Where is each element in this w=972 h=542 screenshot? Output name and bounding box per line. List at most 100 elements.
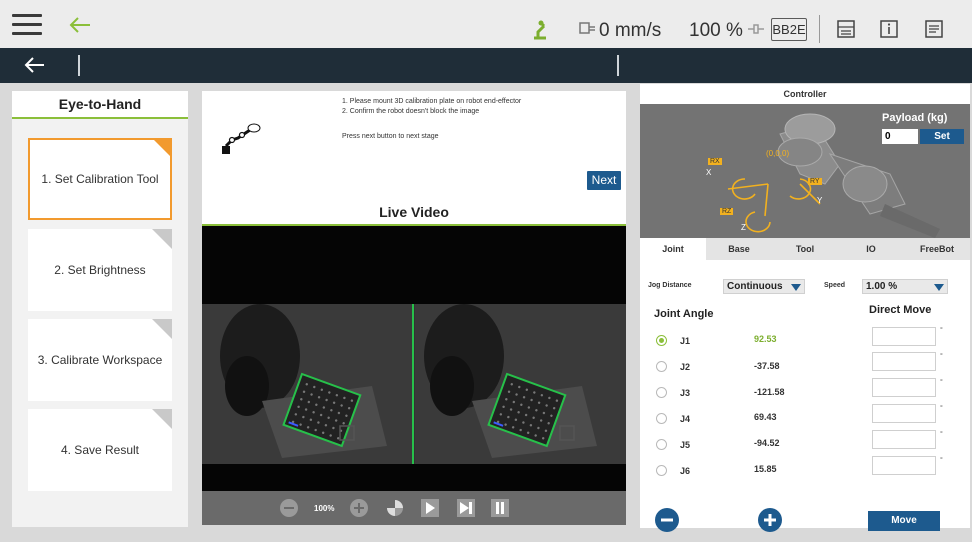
instruction-line-1: 1. Please mount 3D calibration plate on … <box>342 98 522 105</box>
jog-distance-value: Continuous <box>727 281 783 292</box>
top-bar <box>0 0 972 49</box>
bar-divider <box>617 55 619 76</box>
robot-jog-visual[interactable] <box>640 104 970 238</box>
calibration-tool-icon <box>220 122 266 167</box>
joint-name: J5 <box>680 440 691 450</box>
jog-distance-label: Jog Distance <box>648 282 692 289</box>
step-set-brightness[interactable]: 2. Set Brightness <box>28 229 172 311</box>
direct-move-input-j2[interactable] <box>872 352 936 371</box>
video-control-bar <box>202 491 626 525</box>
step-forward-icon[interactable] <box>457 499 475 517</box>
degree-unit: ° <box>940 405 943 412</box>
pause-icon[interactable] <box>491 499 509 517</box>
next-button[interactable]: Next <box>587 171 621 190</box>
speed-percent: 100 % <box>689 20 743 41</box>
rx-axis-label: RX <box>708 158 722 165</box>
joint-radio-j1[interactable] <box>656 335 667 346</box>
robot-status-icon <box>530 18 550 45</box>
tab-io[interactable]: IO <box>838 238 904 260</box>
joint-value: -121.58 <box>754 387 785 397</box>
origin-label: (0,0,0) <box>766 149 790 158</box>
panel-title: Eye-to-Hand <box>12 91 188 119</box>
instruction-line-2: 2. Confirm the robot doesn't block the i… <box>342 108 480 115</box>
speed-value: 1.00 % <box>866 281 898 292</box>
instruction-line-3: Press next button to next stage <box>342 133 439 140</box>
zoom-in-icon[interactable] <box>350 499 368 517</box>
x-axis-label: X <box>706 168 712 177</box>
step-set-calibration-tool[interactable]: 1. Set Calibration Tool <box>28 138 172 220</box>
tab-freebot[interactable]: FreeBot <box>904 238 970 260</box>
joint-value: -37.58 <box>754 361 780 371</box>
joint-name: J3 <box>680 388 691 398</box>
direct-move-heading: Direct Move <box>869 304 932 316</box>
tab-joint[interactable]: Joint <box>640 238 706 260</box>
tab-base[interactable]: Base <box>706 238 772 260</box>
separator <box>819 15 820 43</box>
play-icon[interactable] <box>421 499 439 517</box>
joint-name: J1 <box>680 336 691 346</box>
chevron-down-icon <box>934 284 944 291</box>
joint-radio-j3[interactable] <box>656 387 667 398</box>
live-video-feed <box>202 226 626 491</box>
degree-unit: ° <box>940 327 943 334</box>
direct-move-input-j4[interactable] <box>872 404 936 423</box>
tab-tool[interactable]: Tool <box>772 238 838 260</box>
jog-minus-button[interactable] <box>655 508 679 532</box>
joint-radio-j2[interactable] <box>656 361 667 372</box>
ry-axis-label: RY <box>808 178 822 185</box>
jog-plus-button[interactable] <box>758 508 782 532</box>
rz-axis-label: RZ <box>720 208 734 215</box>
move-button[interactable]: Move <box>868 511 940 531</box>
corner-tab-icon <box>152 229 172 249</box>
zoom-level: 100% <box>314 504 335 513</box>
y-axis-label: Y <box>817 196 823 205</box>
bar-divider <box>78 55 80 76</box>
joint-angle-heading: Joint Angle <box>654 308 714 320</box>
log-icon[interactable] <box>924 19 944 44</box>
speed-readout: 0 mm/s <box>599 20 662 41</box>
network-icon <box>746 21 766 42</box>
joint-value: -94.52 <box>754 438 780 448</box>
controller-title: Controller <box>783 89 827 99</box>
direct-move-input-j6[interactable] <box>872 456 936 475</box>
joint-name: J6 <box>680 466 691 476</box>
keyboard-icon[interactable] <box>836 19 856 44</box>
payload-label: Payload (kg) <box>882 112 948 124</box>
joint-radio-j5[interactable] <box>656 439 667 450</box>
live-video-title: Live Video <box>379 204 449 220</box>
zoom-out-icon[interactable] <box>280 499 298 517</box>
joint-radio-j4[interactable] <box>656 413 667 424</box>
joint-name: J4 <box>680 414 691 424</box>
direct-move-input-j5[interactable] <box>872 430 936 449</box>
direct-move-input-j3[interactable] <box>872 378 936 397</box>
joint-value: 92.53 <box>754 334 777 344</box>
menu-icon[interactable] <box>12 14 42 35</box>
joint-value: 69.43 <box>754 412 777 422</box>
back-icon[interactable] <box>24 56 46 79</box>
corner-tab-icon <box>152 138 172 158</box>
payload-set-button[interactable]: Set <box>920 129 964 144</box>
degree-unit: ° <box>940 431 943 438</box>
jog-distance-select[interactable]: Continuous <box>723 279 805 294</box>
fit-view-icon[interactable] <box>386 499 404 517</box>
degree-unit: ° <box>940 457 943 464</box>
joint-radio-j6[interactable] <box>656 465 667 476</box>
speed-label: Speed <box>824 282 846 289</box>
navigation-bar <box>0 48 972 83</box>
back-arrow-icon[interactable] <box>68 16 92 39</box>
plus-icon <box>764 514 776 526</box>
degree-unit: ° <box>940 379 943 386</box>
step-label: 4. Save Result <box>60 443 140 457</box>
corner-tab-icon <box>152 319 172 339</box>
info-icon[interactable] <box>879 19 899 44</box>
direct-move-input-j1[interactable] <box>872 327 936 346</box>
payload-input[interactable]: 0 <box>882 129 918 144</box>
step-save-result[interactable]: 4. Save Result <box>28 409 172 491</box>
chevron-down-icon <box>791 284 801 291</box>
corner-tab-icon <box>152 409 172 429</box>
speed-select[interactable]: 1.00 % <box>862 279 948 294</box>
degree-unit: ° <box>940 353 943 360</box>
step-label: 3. Calibrate Workspace <box>37 353 163 367</box>
step-calibrate-workspace[interactable]: 3. Calibrate Workspace <box>28 319 172 401</box>
minus-icon <box>661 518 673 522</box>
